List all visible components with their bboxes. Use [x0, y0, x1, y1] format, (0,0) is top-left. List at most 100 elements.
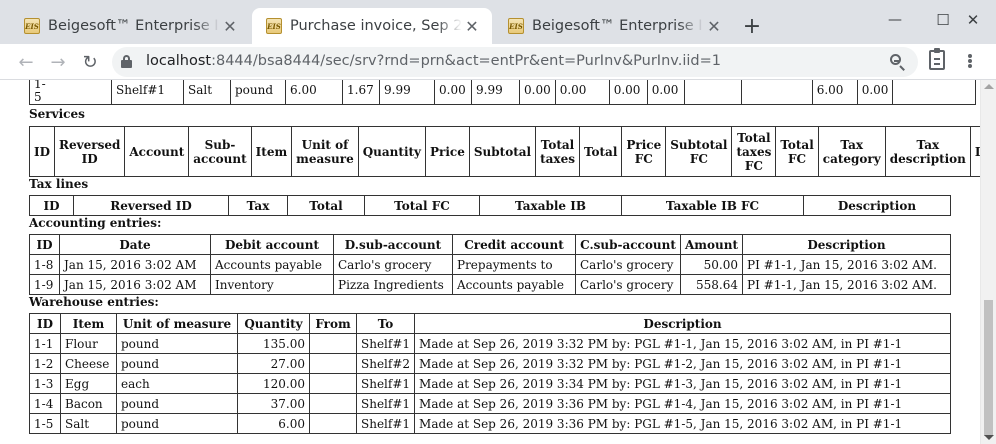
- column-header: Subtotal: [468, 126, 537, 177]
- column-header: From: [309, 313, 357, 334]
- tab-title: Purchase invoice, Sep 26, 2: [290, 18, 462, 34]
- zoom-icon[interactable]: [888, 52, 908, 72]
- table-cell: 0.00: [434, 80, 472, 105]
- table-cell: 6.00: [811, 80, 858, 105]
- forward-button[interactable]: →: [44, 48, 72, 76]
- table-cell: [309, 333, 357, 354]
- new-tab-button[interactable]: +: [740, 14, 764, 39]
- address-bar[interactable]: localhost:8444/bsa8444/sec/srv?rnd=prn&a…: [112, 47, 918, 77]
- table-cell: Shelf#1: [111, 80, 184, 105]
- close-tab-icon[interactable]: ✕: [462, 16, 482, 36]
- services-title: Services: [29, 107, 85, 121]
- table-cell: Cheese: [60, 353, 117, 374]
- table-cell: [309, 413, 357, 434]
- table-cell: 0.00: [856, 80, 894, 105]
- column-header: Description: [742, 234, 951, 255]
- column-header: ID: [29, 313, 61, 334]
- column-header: D.sub-account: [333, 234, 453, 255]
- column-header: ID: [29, 195, 74, 216]
- table-row: 1- 5 Shelf#1 Salt pound 6.00 1.67 9.99 0…: [29, 80, 976, 105]
- table-cell: Shelf#2: [355, 353, 416, 374]
- column-header: Quantity: [237, 313, 310, 334]
- lock-icon[interactable]: [121, 55, 132, 69]
- column-header: Date: [59, 234, 211, 255]
- table-cell: 9.99: [379, 80, 435, 105]
- table-cell: Shelf#1: [355, 373, 416, 394]
- table-cell: each: [116, 373, 238, 394]
- column-header: Unit of measure: [116, 313, 238, 334]
- column-header: To: [355, 313, 416, 334]
- table-cell: Shelf#1: [355, 333, 416, 354]
- table-cell: PI #1-1, Jan 15, 2016 3:02 AM.: [742, 254, 951, 275]
- table-cell: 558.64: [679, 274, 744, 295]
- table-cell: Egg: [60, 373, 117, 394]
- table-row: 1-4 Bacon pound 37.00 Shelf#1 Made at Se…: [29, 393, 951, 414]
- page-viewport: 1- 5 Shelf#1 Salt pound 6.00 1.67 9.99 0…: [0, 80, 980, 444]
- table-cell: PI #1-1, Jan 15, 2016 3:02 AM.: [742, 274, 951, 295]
- table-cell: 135.00: [237, 333, 310, 354]
- column-header: Unit of measure: [291, 126, 359, 177]
- close-tab-icon[interactable]: ✕: [704, 16, 724, 36]
- table-cell: 1.67: [342, 80, 380, 105]
- table-cell: 50.00: [679, 254, 744, 275]
- table-cell: Carlo's grocery: [575, 254, 681, 275]
- column-header: Tax: [228, 195, 288, 216]
- table-cell: Jan 15, 2016 3:02 AM: [59, 274, 211, 295]
- clipboard-icon[interactable]: [929, 48, 945, 70]
- scrollbar-thumb[interactable]: [984, 300, 993, 436]
- table-cell: 6.00: [237, 413, 310, 434]
- table-cell: 0.00: [608, 80, 648, 105]
- column-header: Item: [60, 313, 117, 334]
- browser-tab-2[interactable]: EIS Purchase invoice, Sep 26, 2 ✕: [252, 8, 492, 44]
- url-text[interactable]: localhost:8444/bsa8444/sec/srv?rnd=prn&a…: [146, 53, 721, 69]
- table-header-row: ID Reversed ID Account Sub-account Item …: [28, 126, 980, 177]
- table-cell: pound: [116, 413, 238, 434]
- vertical-scrollbar[interactable]: [980, 80, 996, 444]
- browser-tab-3[interactable]: EIS Beigesoft™ Enterprise Info ✕: [494, 8, 734, 44]
- table-cell: Carlo's grocery: [333, 254, 453, 275]
- eis-favicon-icon: EIS: [24, 18, 40, 34]
- items-table-partial: 1- 5 Shelf#1 Salt pound 6.00 1.67 9.99 0…: [29, 80, 976, 105]
- column-header: Subtotal FC: [665, 126, 733, 177]
- column-header: Taxable IB: [479, 195, 622, 216]
- table-cell: Accounts payable: [210, 254, 334, 275]
- table-cell: 1-2: [29, 353, 61, 374]
- table-cell: 1-9: [29, 274, 60, 295]
- back-button[interactable]: ←: [12, 48, 40, 76]
- column-header: Tax description: [884, 126, 971, 177]
- browser-tab-1[interactable]: EIS Beigesoft™ Enterprise Info ✕: [10, 8, 250, 44]
- column-header: Tax category: [817, 126, 886, 177]
- table-cell: Prepayments to: [452, 254, 576, 275]
- more-menu-icon[interactable]: [960, 50, 980, 72]
- close-tab-icon[interactable]: ✕: [220, 16, 240, 36]
- browser-toolbar: ← → ↻ localhost:8444/bsa8444/sec/srv?rnd…: [0, 44, 996, 80]
- table-cell: [309, 393, 357, 414]
- table-row: 1-3 Egg each 120.00 Shelf#1 Made at Sep …: [29, 373, 951, 394]
- table-cell: pound: [116, 353, 238, 374]
- minimize-button[interactable]: —: [880, 8, 910, 32]
- column-header: Total FC: [364, 195, 480, 216]
- scroll-down-arrow-icon[interactable]: [984, 435, 994, 440]
- column-header: Price FC: [621, 126, 667, 177]
- scroll-up-arrow-icon[interactable]: [984, 84, 994, 89]
- table-cell: Salt: [183, 80, 231, 105]
- column-header: Description: [414, 313, 951, 334]
- column-header: Sub-account: [188, 126, 252, 177]
- warehouse-entries-title: Warehouse entries:: [29, 295, 159, 309]
- table-cell: Bacon: [60, 393, 117, 414]
- table-cell: 1-3: [29, 373, 61, 394]
- table-cell: 1-5: [29, 413, 61, 434]
- accounting-entries-title: Accounting entries:: [29, 216, 162, 230]
- services-table: ID Reversed ID Account Sub-account Item …: [28, 126, 980, 177]
- column-header: Taxable IB FC: [621, 195, 804, 216]
- maximize-button[interactable]: ☐: [928, 8, 958, 32]
- column-header: Item: [250, 126, 293, 177]
- table-cell: [683, 80, 742, 105]
- column-header: ID: [28, 126, 56, 177]
- close-window-button[interactable]: ✕: [958, 8, 988, 32]
- table-cell: 0.00: [554, 80, 610, 105]
- table-cell: 9.99: [471, 80, 520, 105]
- reload-button[interactable]: ↻: [76, 48, 104, 76]
- tax-lines-title: Tax lines: [29, 177, 89, 191]
- table-cell: Made at Sep 26, 2019 3:32 PM by: PGL #1-…: [414, 353, 951, 374]
